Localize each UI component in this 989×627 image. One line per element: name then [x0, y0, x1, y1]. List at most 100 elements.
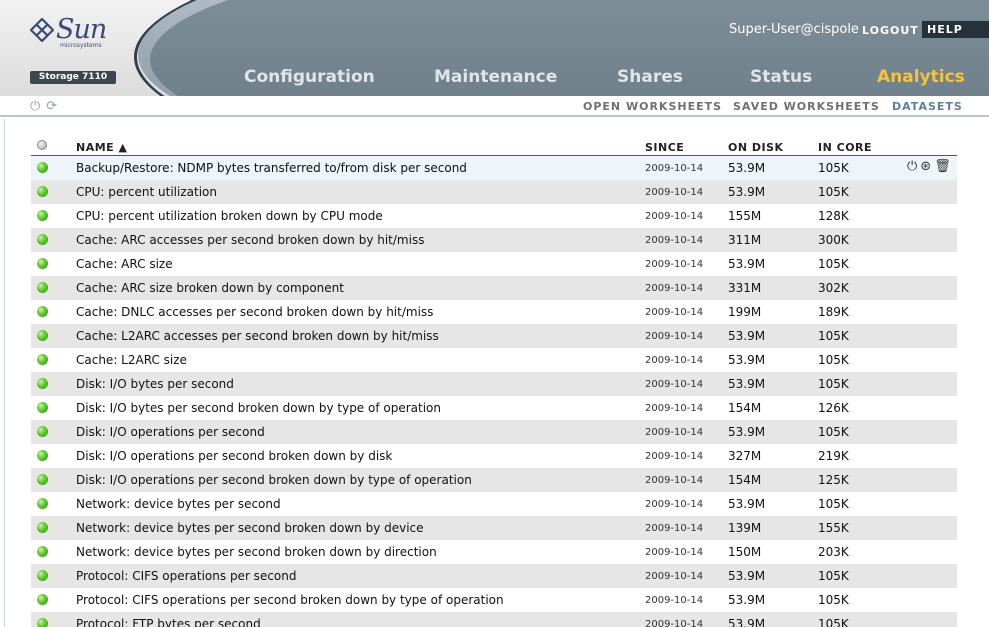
- column-header-name[interactable]: NAME ▲: [76, 141, 127, 154]
- table-row[interactable]: Protocol: FTP bytes per second 2009-10-14…: [31, 612, 957, 627]
- table-row[interactable]: Cache: ARC size broken down by component…: [31, 276, 957, 300]
- dataset-since: 2009-10-14: [645, 595, 704, 606]
- dataset-since: 2009-10-14: [645, 379, 704, 390]
- dataset-on-disk: 53.9M: [728, 353, 766, 367]
- help-link[interactable]: HELP: [922, 21, 989, 38]
- nav-tab-configuration[interactable]: Configuration: [244, 67, 375, 87]
- table-row[interactable]: Disk: I/O bytes per second 2009-10-14 53.9…: [31, 372, 957, 396]
- dataset-in-core: 105K: [818, 425, 849, 439]
- nav-tab-status[interactable]: Status: [750, 67, 812, 87]
- dataset-on-disk: 154M: [728, 473, 762, 487]
- table-row[interactable]: Disk: I/O operations per second broken d…: [31, 468, 957, 492]
- dataset-in-core: 105K: [818, 569, 849, 583]
- dataset-name: Disk: I/O operations per second broken d…: [76, 449, 393, 463]
- dataset-on-disk: 53.9M: [728, 617, 766, 627]
- dataset-in-core: 189K: [818, 305, 849, 319]
- table-row[interactable]: Cache: L2ARC accesses per second broken …: [31, 324, 957, 348]
- table-row[interactable]: Cache: DNLC accesses per second broken d…: [31, 300, 957, 324]
- dataset-name: Cache: DNLC accesses per second broken d…: [76, 305, 434, 319]
- subnav-datasets[interactable]: DATASETS: [892, 100, 963, 113]
- dataset-on-disk: 53.9M: [728, 161, 766, 175]
- active-status-icon: [37, 546, 48, 557]
- dataset-since: 2009-10-14: [645, 571, 704, 582]
- nav-tab-shares[interactable]: Shares: [617, 67, 683, 87]
- dataset-since: 2009-10-14: [645, 403, 704, 414]
- dataset-since: 2009-10-14: [645, 283, 704, 294]
- dataset-on-disk: 53.9M: [728, 377, 766, 391]
- active-status-icon: [37, 522, 48, 533]
- active-status-icon: [37, 162, 48, 173]
- power-icon[interactable]: ⏻: [30, 99, 40, 114]
- dataset-in-core: 128K: [818, 209, 849, 223]
- datasets-table-header: NAME ▲ SINCE ON DISK IN CORE: [31, 139, 957, 156]
- dataset-in-core: 219K: [818, 449, 849, 463]
- column-header-since[interactable]: SINCE: [645, 141, 684, 154]
- dataset-since: 2009-10-14: [645, 619, 704, 627]
- dataset-name: Network: device bytes per second broken …: [76, 545, 437, 559]
- active-status-icon: [37, 570, 48, 581]
- active-status-icon: [37, 330, 48, 341]
- dataset-since: 2009-10-14: [645, 427, 704, 438]
- table-row[interactable]: Backup/Restore: NDMP bytes transferred t…: [31, 156, 957, 180]
- dataset-on-disk: 155M: [728, 209, 762, 223]
- dataset-since: 2009-10-14: [645, 235, 704, 246]
- sun-logo: Sun microsystems: [28, 14, 114, 50]
- dataset-name: CPU: percent utilization broken down by …: [76, 209, 383, 223]
- table-row[interactable]: Disk: I/O operations per second broken d…: [31, 444, 957, 468]
- table-row[interactable]: Cache: ARC accesses per second broken do…: [31, 228, 957, 252]
- dataset-on-disk: 53.9M: [728, 329, 766, 343]
- nav-tab-maintenance[interactable]: Maintenance: [434, 67, 557, 87]
- active-status-icon: [37, 354, 48, 365]
- column-header-in-core[interactable]: IN CORE: [818, 141, 872, 154]
- table-row[interactable]: Network: device bytes per second broken …: [31, 516, 957, 540]
- dataset-since: 2009-10-14: [645, 211, 704, 222]
- dataset-name: Cache: ARC size broken down by component: [76, 281, 344, 295]
- dataset-in-core: 105K: [818, 593, 849, 607]
- dataset-in-core: 302K: [818, 281, 849, 295]
- archive-icon[interactable]: ⊛: [920, 159, 931, 174]
- subnav-saved-worksheets[interactable]: SAVED WORKSHEETS: [733, 100, 880, 113]
- dataset-name: Disk: I/O operations per second broken d…: [76, 473, 472, 487]
- table-row[interactable]: Disk: I/O bytes per second broken down b…: [31, 396, 957, 420]
- table-row[interactable]: Disk: I/O operations per second 2009-10-1…: [31, 420, 957, 444]
- dataset-in-core: 155K: [818, 521, 849, 535]
- active-status-icon: [37, 306, 48, 317]
- table-row[interactable]: Network: device bytes per second broken …: [31, 540, 957, 564]
- active-status-icon: [37, 402, 48, 413]
- dataset-on-disk: 53.9M: [728, 257, 766, 271]
- refresh-icon[interactable]: ⟳: [46, 99, 57, 114]
- table-row[interactable]: CPU: percent utilization broken down by …: [31, 204, 957, 228]
- dataset-name: Cache: L2ARC accesses per second broken …: [76, 329, 439, 343]
- masthead: Sun microsystems Storage 7110 Super-User…: [0, 0, 989, 96]
- subbar-icons: ⏻ ⟳: [30, 99, 63, 114]
- active-status-icon: [37, 474, 48, 485]
- active-status-icon: [37, 498, 48, 509]
- logout-link[interactable]: LOGOUT: [862, 24, 919, 37]
- table-row[interactable]: CPU: percent utilization 2009-10-14 53.9M 1…: [31, 180, 957, 204]
- table-row[interactable]: Cache: ARC size 2009-10-14 53.9M 105K: [31, 252, 957, 276]
- dataset-in-core: 105K: [818, 617, 849, 627]
- dataset-name: Protocol: CIFS operations per second bro…: [76, 593, 504, 607]
- dataset-since: 2009-10-14: [645, 331, 704, 342]
- power-icon[interactable]: ⏻: [907, 159, 917, 174]
- column-header-on-disk[interactable]: ON DISK: [728, 141, 784, 154]
- dataset-in-core: 126K: [818, 401, 849, 415]
- dataset-in-core: 300K: [818, 233, 849, 247]
- table-row[interactable]: Network: device bytes per second 2009-10-…: [31, 492, 957, 516]
- dataset-in-core: 125K: [818, 473, 849, 487]
- dataset-name: Cache: L2ARC size: [76, 353, 187, 367]
- sun-logo-sub: microsystems: [60, 42, 102, 49]
- table-row[interactable]: Protocol: CIFS operations per second bro…: [31, 588, 957, 612]
- dataset-on-disk: 53.9M: [728, 497, 766, 511]
- dataset-in-core: 105K: [818, 329, 849, 343]
- trash-icon[interactable]: 🗑: [934, 159, 951, 174]
- table-row[interactable]: Protocol: CIFS operations per second 2009…: [31, 564, 957, 588]
- subnav-open-worksheets[interactable]: OPEN WORKSHEETS: [583, 100, 722, 113]
- dataset-in-core: 105K: [818, 161, 849, 175]
- dataset-since: 2009-10-14: [645, 451, 704, 462]
- dataset-since: 2009-10-14: [645, 547, 704, 558]
- table-row[interactable]: Cache: L2ARC size 2009-10-14 53.9M 105K: [31, 348, 957, 372]
- dataset-name: Network: device bytes per second broken …: [76, 521, 424, 535]
- active-status-icon: [37, 210, 48, 221]
- nav-tab-analytics[interactable]: Analytics: [877, 67, 965, 87]
